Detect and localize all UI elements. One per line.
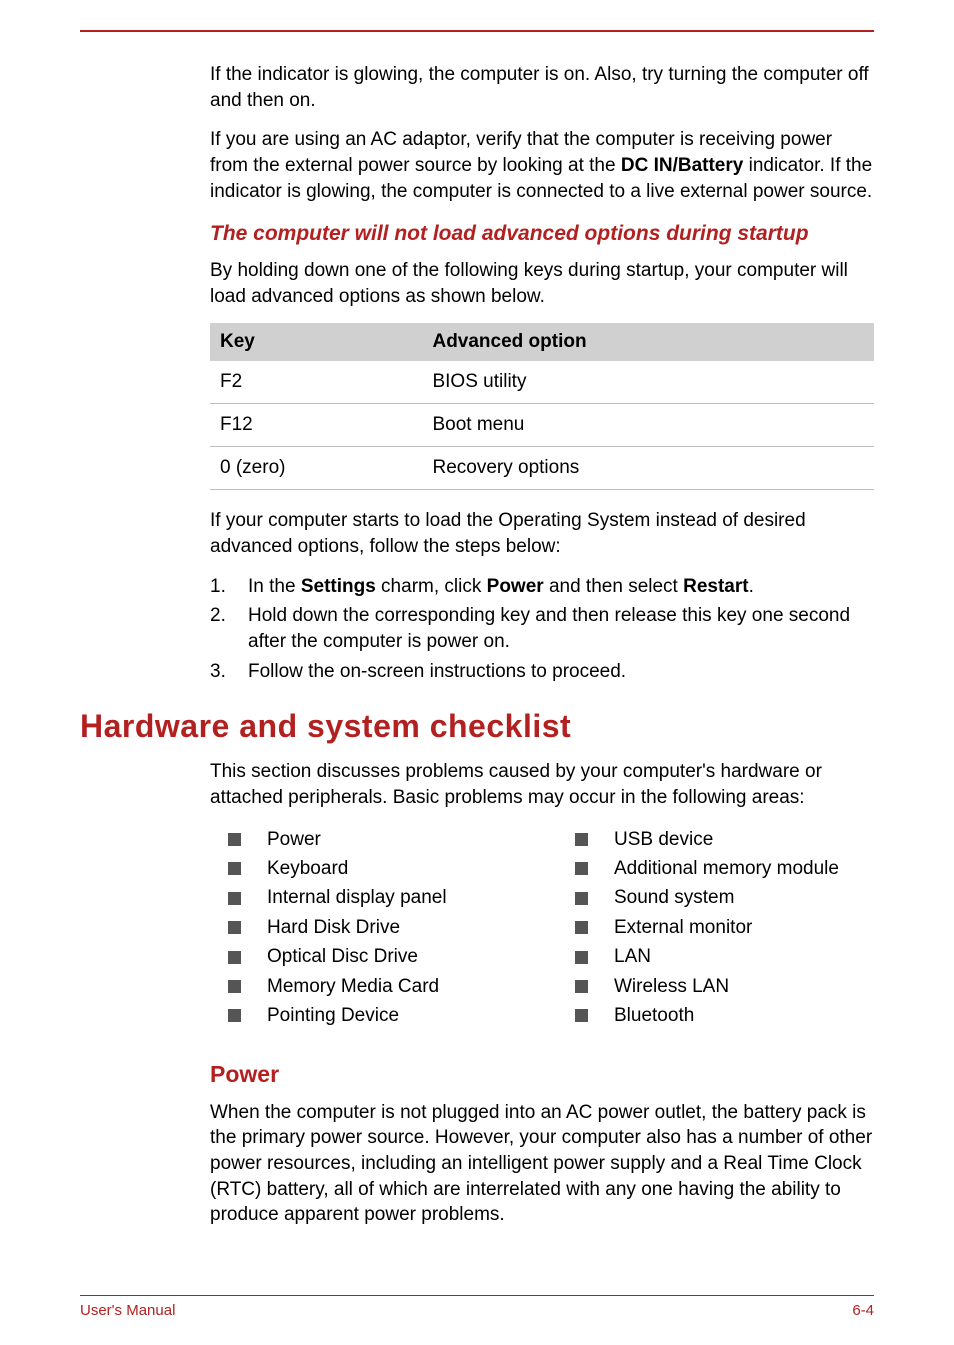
step-text: Follow the on-screen instructions to pro… <box>248 659 874 685</box>
checklist-left: Power Keyboard Internal display panel Ha… <box>210 825 527 1031</box>
checklist-right: USB device Additional memory module Soun… <box>557 825 874 1031</box>
cell-option: BIOS utility <box>422 361 874 404</box>
bullet-icon <box>575 833 588 846</box>
list-label: Wireless LAN <box>614 972 729 1001</box>
top-rule <box>80 30 874 32</box>
list-item: LAN <box>557 942 874 971</box>
text-segment: charm, click <box>376 576 487 597</box>
list-item: Keyboard <box>210 854 527 883</box>
hardware-section: This section discusses problems caused b… <box>210 759 874 1228</box>
step-number: 1. <box>210 574 248 600</box>
list-label: Optical Disc Drive <box>267 942 418 971</box>
restart-label: Restart <box>683 576 748 597</box>
list-item: Bluetooth <box>557 1001 874 1030</box>
step-number: 2. <box>210 603 248 654</box>
list-item: Wireless LAN <box>557 972 874 1001</box>
bullet-icon <box>228 892 241 905</box>
list-label: Pointing Device <box>267 1001 399 1030</box>
paragraph-power: When the computer is not plugged into an… <box>210 1100 874 1228</box>
list-label: Sound system <box>614 883 734 912</box>
main-content: If the indicator is glowing, the compute… <box>210 62 874 684</box>
list-item: External monitor <box>557 913 874 942</box>
bullet-icon <box>575 1009 588 1022</box>
bullet-icon <box>228 951 241 964</box>
power-label: Power <box>487 576 544 597</box>
bullet-icon <box>228 921 241 934</box>
paragraph-keys-intro: By holding down one of the following key… <box>210 258 874 309</box>
intro-paragraph-2: If you are using an AC adaptor, verify t… <box>210 127 874 204</box>
list-label: Hard Disk Drive <box>267 913 400 942</box>
cell-key: 0 (zero) <box>210 447 422 490</box>
paragraph-hardware-intro: This section discusses problems caused b… <box>210 759 874 810</box>
list-item: Additional memory module <box>557 854 874 883</box>
step-number: 3. <box>210 659 248 685</box>
list-label: Power <box>267 825 321 854</box>
bullet-icon <box>575 892 588 905</box>
list-label: LAN <box>614 942 651 971</box>
cell-option: Boot menu <box>422 404 874 447</box>
col-header-option: Advanced option <box>422 323 874 361</box>
paragraph-os-instead: If your computer starts to load the Oper… <box>210 508 874 559</box>
heading-power: Power <box>210 1061 874 1088</box>
advanced-options-table: Key Advanced option F2 BIOS utility F12 … <box>210 323 874 490</box>
list-label: Additional memory module <box>614 854 839 883</box>
bullet-icon <box>575 980 588 993</box>
list-label: External monitor <box>614 913 752 942</box>
heading-hardware-checklist: Hardware and system checklist <box>80 708 874 745</box>
intro-paragraph-1: If the indicator is glowing, the compute… <box>210 62 874 113</box>
bullet-icon <box>575 921 588 934</box>
checklist-column-right: USB device Additional memory module Soun… <box>557 825 874 1031</box>
list-item: Memory Media Card <box>210 972 527 1001</box>
page-footer: User's Manual 6-4 <box>80 1295 874 1319</box>
step-item-1: 1. In the Settings charm, click Power an… <box>210 574 874 600</box>
settings-label: Settings <box>301 576 376 597</box>
list-label: Memory Media Card <box>267 972 439 1001</box>
step-text: Hold down the corresponding key and then… <box>248 603 874 654</box>
list-label: Keyboard <box>267 854 348 883</box>
bullet-icon <box>228 833 241 846</box>
step-text: In the Settings charm, click Power and t… <box>248 574 874 600</box>
step-item-3: 3. Follow the on-screen instructions to … <box>210 659 874 685</box>
list-item: Optical Disc Drive <box>210 942 527 971</box>
bullet-icon <box>228 862 241 875</box>
page: If the indicator is glowing, the compute… <box>0 0 954 1345</box>
dc-in-battery-label: DC IN/Battery <box>621 155 743 176</box>
cell-key: F12 <box>210 404 422 447</box>
checklist-columns: Power Keyboard Internal display panel Ha… <box>210 825 874 1031</box>
table-row: F2 BIOS utility <box>210 361 874 404</box>
list-item: Hard Disk Drive <box>210 913 527 942</box>
list-item: Sound system <box>557 883 874 912</box>
col-header-key: Key <box>210 323 422 361</box>
text-segment: . <box>749 576 754 597</box>
list-label: Internal display panel <box>267 883 447 912</box>
list-label: Bluetooth <box>614 1001 694 1030</box>
bullet-icon <box>575 862 588 875</box>
list-label: USB device <box>614 825 713 854</box>
bullet-icon <box>228 980 241 993</box>
text-segment: and then select <box>544 576 683 597</box>
footer-right: 6-4 <box>852 1302 874 1319</box>
table-row: 0 (zero) Recovery options <box>210 447 874 490</box>
list-item: USB device <box>557 825 874 854</box>
footer-left: User's Manual <box>80 1302 175 1319</box>
bullet-icon <box>228 1009 241 1022</box>
checklist-column-left: Power Keyboard Internal display panel Ha… <box>210 825 527 1031</box>
steps-list: 1. In the Settings charm, click Power an… <box>210 574 874 685</box>
cell-option: Recovery options <box>422 447 874 490</box>
list-item: Pointing Device <box>210 1001 527 1030</box>
list-item: Power <box>210 825 527 854</box>
step-item-2: 2. Hold down the corresponding key and t… <box>210 603 874 654</box>
subheading-startup-options: The computer will not load advanced opti… <box>210 222 874 246</box>
table-row: F12 Boot menu <box>210 404 874 447</box>
cell-key: F2 <box>210 361 422 404</box>
bullet-icon <box>575 951 588 964</box>
table-header-row: Key Advanced option <box>210 323 874 361</box>
list-item: Internal display panel <box>210 883 527 912</box>
text-segment: In the <box>248 576 301 597</box>
